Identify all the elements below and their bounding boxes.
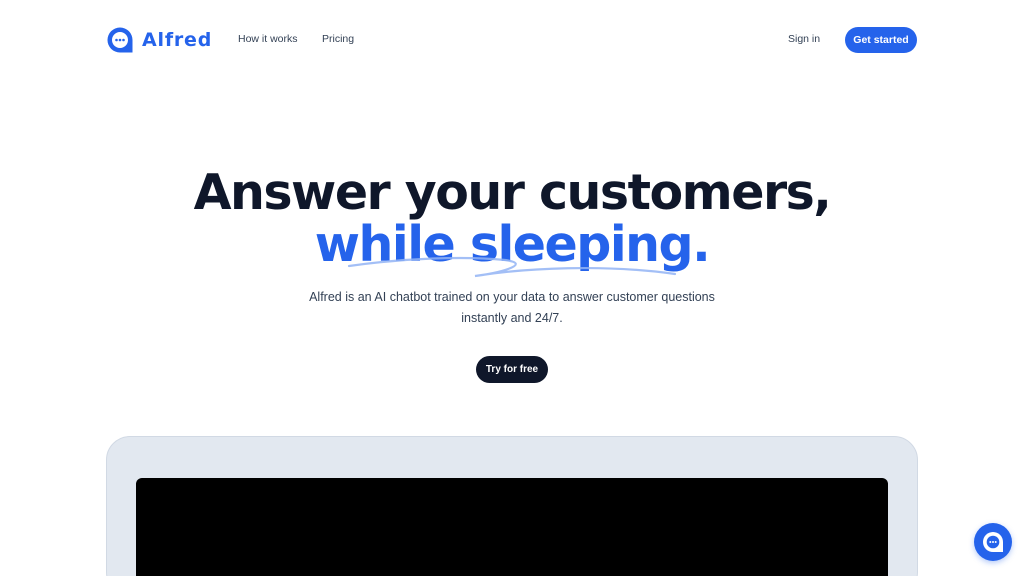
hero-subtitle: Alfred is an AI chatbot trained on your … <box>309 290 715 325</box>
hero-title: Answer your customers, <box>193 164 832 221</box>
brand-logo[interactable]: Alfred <box>106 26 212 54</box>
sign-in-link[interactable]: Sign in <box>788 33 820 45</box>
demo-video-player[interactable] <box>136 478 888 576</box>
site-header: Alfred How it works Pricing Sign in Get … <box>0 0 1024 80</box>
hero-title-accent: while sleeping. <box>314 216 711 273</box>
get-started-button[interactable]: Get started <box>845 27 917 53</box>
chat-bubble-icon <box>983 532 1003 552</box>
nav-how-it-works-link[interactable]: How it works <box>238 33 298 45</box>
try-for-free-button[interactable]: Try for free <box>476 356 548 383</box>
chat-bubble-icon <box>107 27 133 53</box>
brand-name: Alfred <box>142 29 213 51</box>
nav-pricing-link[interactable]: Pricing <box>322 33 354 45</box>
chat-widget-button[interactable] <box>974 523 1012 561</box>
